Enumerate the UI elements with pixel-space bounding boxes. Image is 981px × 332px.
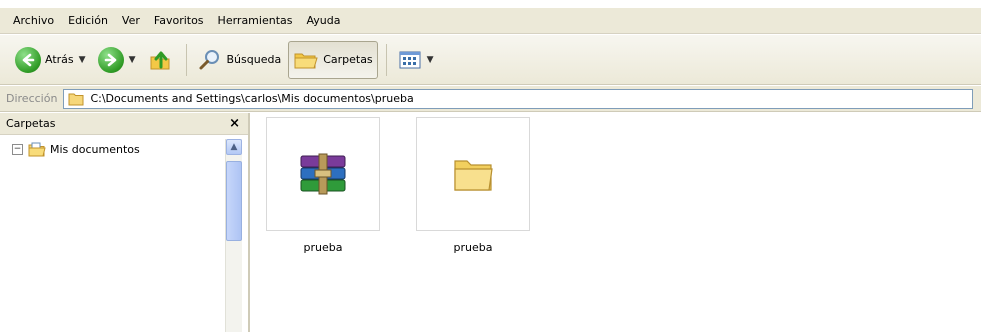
menu-archivo[interactable]: Archivo [6,14,61,27]
folders-label: Carpetas [323,53,373,66]
folder-icon [454,160,493,191]
toolbar-separator [385,43,387,76]
address-label: Dirección [6,92,58,105]
menu-bar: Archivo Edición Ver Favoritos Herramient… [0,8,981,34]
search-icon [199,49,220,69]
scroll-thumb[interactable] [226,161,242,241]
back-dropdown-icon[interactable]: ▼ [79,55,86,65]
menu-favoritos[interactable]: Favoritos [147,14,211,27]
winrar-archive-icon [300,153,346,195]
folders-pane-header: Carpetas × [0,113,248,135]
folder-icon [68,93,84,105]
thumbnail-frame [416,117,530,231]
forward-arrow-icon [97,46,124,73]
menu-edicion[interactable]: Edición [61,14,115,27]
file-name: prueba [453,241,493,254]
vertical-scrollbar[interactable]: ▲ [225,139,242,332]
back-button[interactable]: Atrás ▼ [10,41,91,79]
folders-icon [294,53,318,68]
file-name: prueba [303,241,343,254]
scroll-up-icon[interactable]: ▲ [226,139,242,155]
views-button[interactable]: ▼ [393,41,439,79]
folders-pane-title: Carpetas [6,117,56,130]
collapse-icon[interactable]: − [12,144,23,155]
search-label: Búsqueda [226,53,282,66]
up-folder-icon [150,51,170,69]
search-button[interactable]: Búsqueda [193,41,286,79]
address-field[interactable]: C:\Documents and Settings\carlos\Mis doc… [63,88,973,109]
tree-item-mis-documentos[interactable]: − Mis documentos [12,142,248,157]
file-item-folder[interactable]: prueba [416,117,530,254]
forward-dropdown-icon[interactable]: ▼ [129,55,136,65]
file-view: prueba prueba [252,113,981,332]
toolbar-separator [186,43,188,76]
thumbnail-frame [266,117,380,231]
views-dropdown-icon[interactable]: ▼ [427,55,434,65]
folders-button[interactable]: Carpetas [288,40,378,79]
tree-item-label: Mis documentos [50,143,140,156]
views-grid-icon [399,51,421,68]
my-documents-icon [28,142,46,157]
menu-ayuda[interactable]: Ayuda [299,14,347,27]
address-bar: Dirección C:\Documents and Settings\carl… [0,86,981,112]
back-arrow-icon [15,46,41,73]
file-item-archive[interactable]: prueba [266,117,380,254]
menu-herramientas[interactable]: Herramientas [211,14,300,27]
cropped-caption-fragment [0,0,981,8]
forward-button[interactable]: ▼ [93,41,141,79]
toolbar: Atrás ▼ ▼ Búsqueda Carpetas ▼ [0,35,981,85]
menu-ver[interactable]: Ver [115,14,147,27]
back-label: Atrás [45,53,74,66]
folders-pane: Carpetas × − Mis documentos ▲ [0,113,250,332]
address-path: C:\Documents and Settings\carlos\Mis doc… [90,92,414,105]
up-folder-button[interactable] [142,41,178,79]
close-icon[interactable]: × [229,116,240,131]
